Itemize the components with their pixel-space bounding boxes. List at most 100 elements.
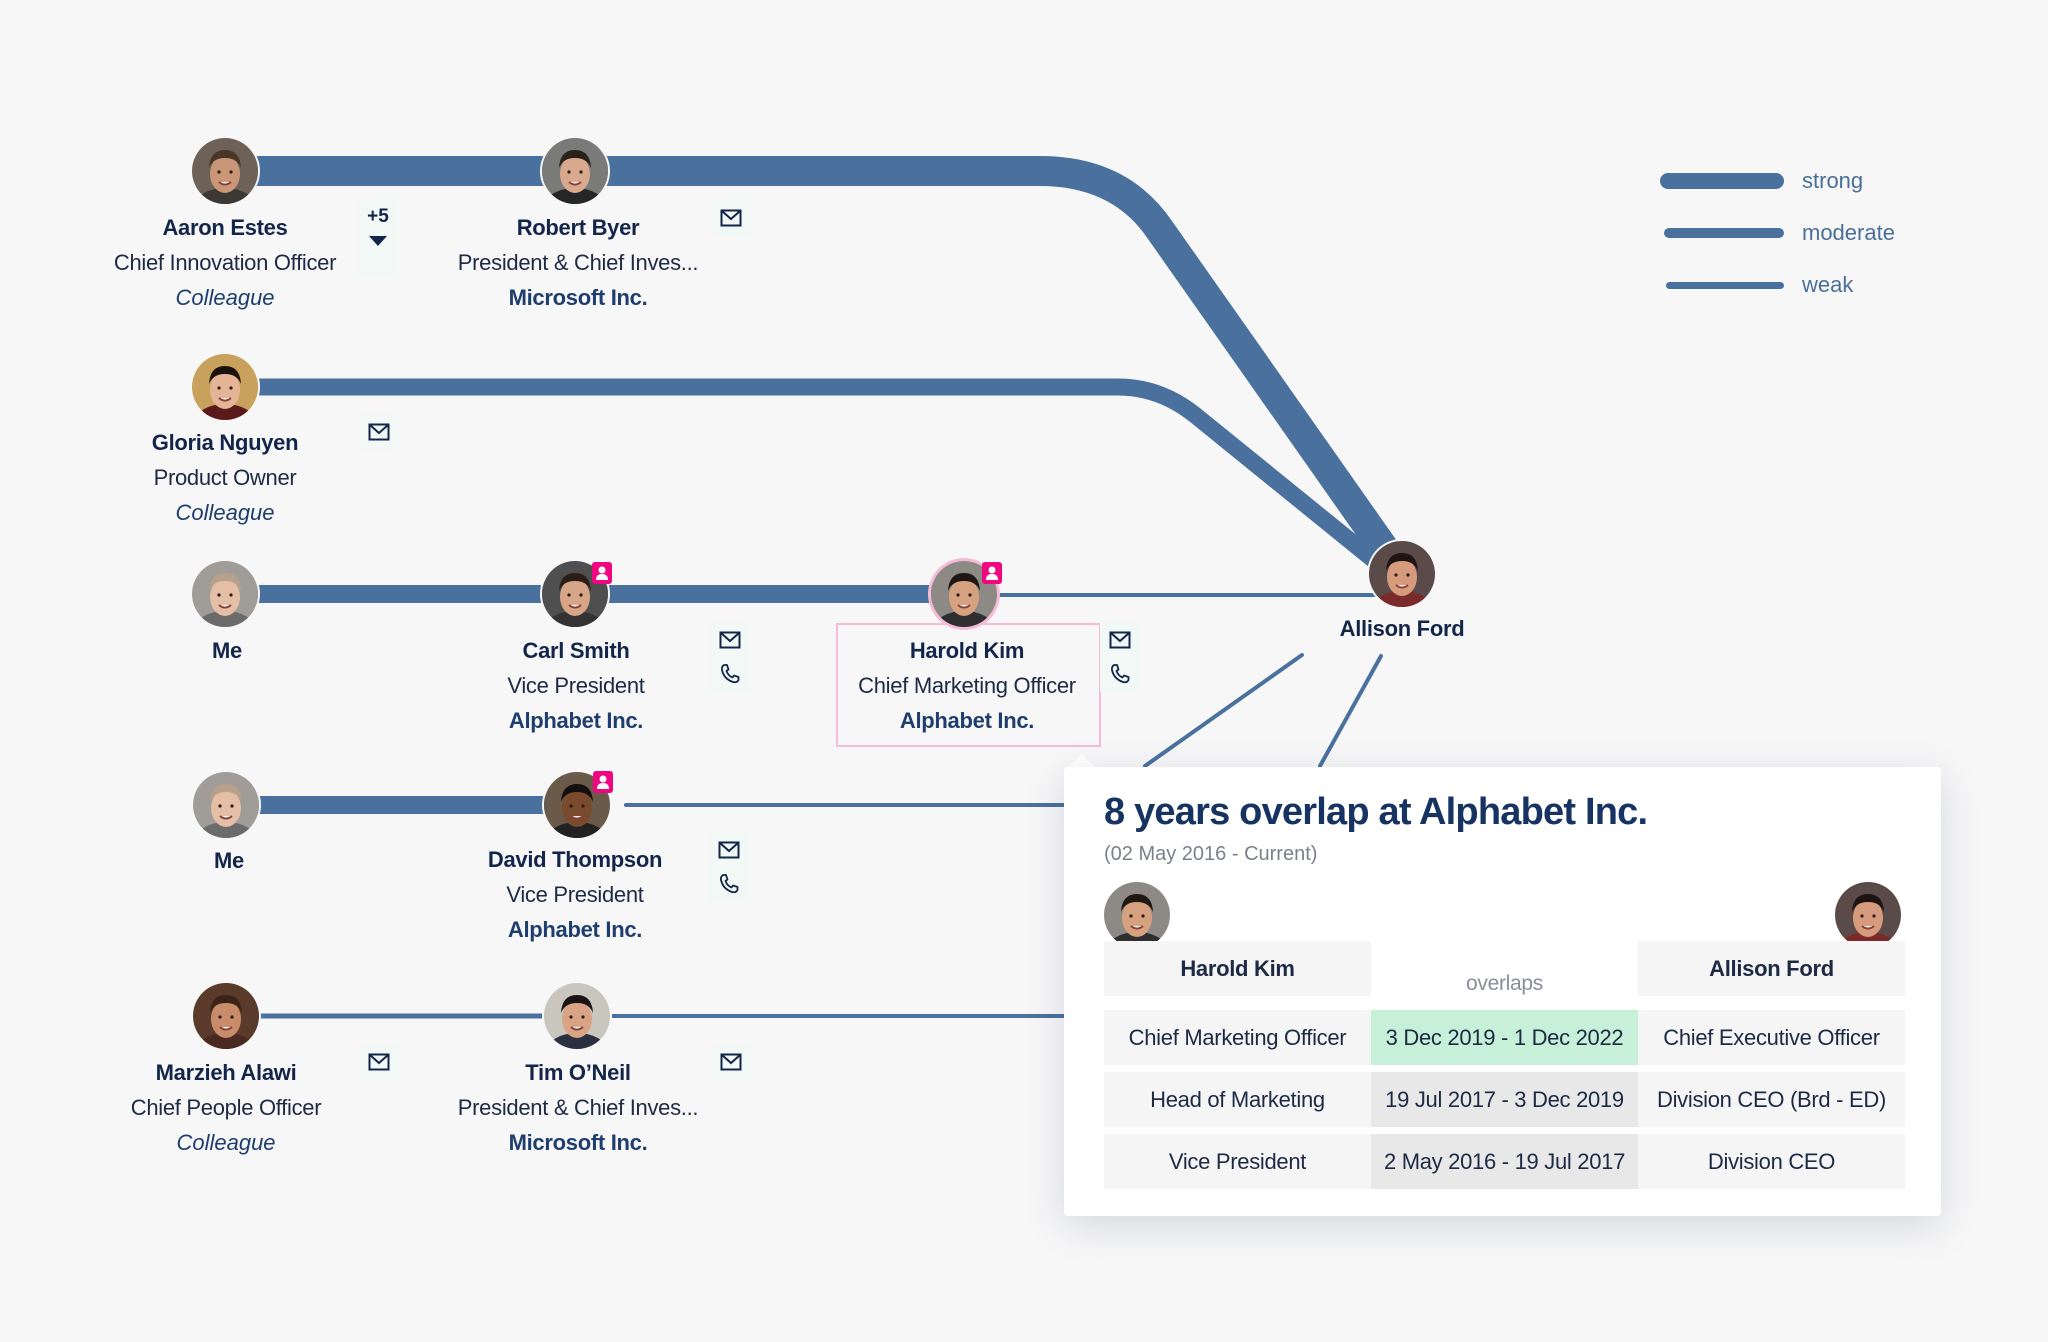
overlap-period: 3 Dec 2019 - 1 Dec 2022 — [1371, 1010, 1638, 1065]
phone-icon[interactable] — [717, 872, 741, 896]
avatar-allison-ford[interactable] — [1369, 541, 1435, 607]
person-name: Robert Byer — [516, 215, 640, 240]
target-person[interactable]: Allison Ford — [1340, 611, 1465, 646]
contact-badge-icon — [592, 562, 612, 584]
person-relation: Colleague — [175, 500, 275, 525]
person-robert-byer[interactable]: Robert Byer President & Chief Inves... M… — [457, 210, 699, 315]
person-relation: Colleague — [175, 285, 275, 310]
contact-actions — [710, 622, 750, 692]
contact-actions — [711, 1044, 751, 1080]
right-person-header: Allison Ford — [1638, 941, 1905, 996]
person-tim-oneil[interactable]: Tim O’Neil President & Chief Inves... Mi… — [457, 1055, 699, 1160]
person-company: Alphabet Inc. — [899, 708, 1035, 733]
legend-item-strong: strong — [1660, 155, 1895, 207]
overlap-period: 2 May 2016 - 19 Jul 2017 — [1371, 1134, 1638, 1189]
popup-title: 8 years overlap at Alphabet Inc. — [1104, 791, 1648, 833]
overlaps-header: overlaps — [1466, 972, 1543, 995]
person-marzieh-alawi[interactable]: Marzieh Alawi Chief People Officer Colle… — [131, 1055, 322, 1160]
person-name: Tim O’Neil — [525, 1060, 631, 1085]
right-role: Division CEO — [1638, 1134, 1905, 1189]
overlap-period: 19 Jul 2017 - 3 Dec 2019 — [1371, 1072, 1638, 1127]
legend-label: weak — [1802, 272, 1854, 297]
overlap-table: Harold Kim overlaps Allison Ford Chief M… — [1104, 941, 1905, 1196]
person-title: President & Chief Inves... — [457, 250, 699, 275]
contact-actions — [711, 200, 751, 236]
left-person-header: Harold Kim — [1104, 941, 1371, 996]
strength-legend: strong moderate weak — [1660, 155, 1895, 311]
overlap-row: Vice President 2 May 2016 - 19 Jul 2017 … — [1104, 1134, 1905, 1189]
more-count: +5 — [367, 206, 389, 227]
left-role: Chief Marketing Officer — [1104, 1010, 1371, 1065]
legend-item-weak: weak — [1660, 259, 1895, 311]
person-name: Me — [212, 638, 242, 663]
person-harold-kim[interactable]: Harold Kim Chief Marketing Officer Alpha… — [858, 633, 1076, 738]
avatar-marzieh-alawi[interactable] — [193, 983, 259, 1049]
avatar-harold-kim — [1104, 882, 1170, 948]
contact-actions — [709, 832, 749, 902]
person-company: Microsoft Inc. — [508, 285, 648, 310]
person-title: Chief Marketing Officer — [858, 673, 1076, 698]
contact-actions — [1100, 622, 1140, 692]
mail-icon[interactable] — [1108, 628, 1132, 652]
mail-icon[interactable] — [367, 420, 391, 444]
phone-icon[interactable] — [1108, 662, 1132, 686]
person-david-thompson[interactable]: David Thompson Vice President Alphabet I… — [487, 842, 663, 947]
overlap-popup: 8 years overlap at Alphabet Inc. (02 May… — [1064, 767, 1941, 1216]
person-title: President & Chief Inves... — [457, 1095, 699, 1120]
phone-icon[interactable] — [718, 662, 742, 686]
person-company: Alphabet Inc. — [507, 917, 643, 942]
person-me[interactable]: Me — [212, 633, 242, 668]
person-name: Marzieh Alawi — [155, 1060, 297, 1085]
legend-label: strong — [1802, 168, 1864, 193]
link-david-allison-diag — [1143, 653, 1304, 768]
right-role: Division CEO (Brd - ED) — [1638, 1072, 1905, 1127]
right-role: Chief Executive Officer — [1638, 1010, 1905, 1065]
person-gloria-nguyen[interactable]: Gloria Nguyen Product Owner Colleague — [151, 425, 299, 530]
legend-item-moderate: moderate — [1660, 207, 1895, 259]
person-name: Harold Kim — [909, 638, 1025, 663]
contact-actions — [359, 1044, 399, 1080]
legend-label: moderate — [1802, 220, 1895, 245]
mail-icon[interactable] — [717, 838, 741, 862]
person-title: Chief Innovation Officer — [113, 250, 337, 275]
mail-icon[interactable] — [719, 206, 743, 230]
person-title: Vice President — [506, 882, 644, 907]
person-carl-smith[interactable]: Carl Smith Vice President Alphabet Inc. — [507, 633, 645, 738]
mail-icon[interactable] — [719, 1050, 743, 1074]
person-me[interactable]: Me — [214, 843, 244, 878]
person-title: Product Owner — [153, 465, 297, 490]
contact-badge-icon — [982, 562, 1002, 584]
mail-icon[interactable] — [367, 1050, 391, 1074]
left-role: Head of Marketing — [1104, 1072, 1371, 1127]
contact-badge-icon — [593, 771, 613, 793]
left-role: Vice President — [1104, 1134, 1371, 1189]
avatar-allison-ford — [1835, 882, 1901, 948]
person-name: Allison Ford — [1339, 616, 1465, 641]
overlap-row: Head of Marketing 19 Jul 2017 - 3 Dec 20… — [1104, 1072, 1905, 1127]
contact-actions — [359, 414, 399, 450]
caret-down-icon — [369, 236, 387, 246]
avatar-me[interactable] — [192, 561, 258, 627]
person-company: Microsoft Inc. — [508, 1130, 648, 1155]
popup-pointer — [1068, 754, 1096, 768]
person-name: Aaron Estes — [162, 215, 288, 240]
link-tim-allison-diag — [1318, 654, 1383, 768]
person-aaron-estes[interactable]: Aaron Estes Chief Innovation Officer Col… — [113, 210, 337, 315]
person-name: Gloria Nguyen — [151, 430, 299, 455]
avatar-tim-oneil[interactable] — [544, 983, 610, 1049]
person-name: Me — [214, 848, 244, 873]
avatar-aaron-estes[interactable] — [192, 138, 258, 204]
person-relation: Colleague — [176, 1130, 276, 1155]
person-company: Alphabet Inc. — [508, 708, 644, 733]
person-name: Carl Smith — [522, 638, 630, 663]
person-name: David Thompson — [487, 847, 663, 872]
more-paths-button[interactable]: +5 — [358, 200, 398, 278]
person-title: Vice President — [507, 673, 645, 698]
avatar-me[interactable] — [193, 772, 259, 838]
mail-icon[interactable] — [718, 628, 742, 652]
overlap-row: Chief Marketing Officer 3 Dec 2019 - 1 D… — [1104, 1010, 1905, 1065]
popup-subtitle: (02 May 2016 - Current) — [1104, 843, 1318, 865]
avatar-robert-byer[interactable] — [542, 138, 608, 204]
avatar-gloria-nguyen[interactable] — [192, 354, 258, 420]
overlap-header-row: Harold Kim overlaps Allison Ford — [1104, 941, 1905, 996]
